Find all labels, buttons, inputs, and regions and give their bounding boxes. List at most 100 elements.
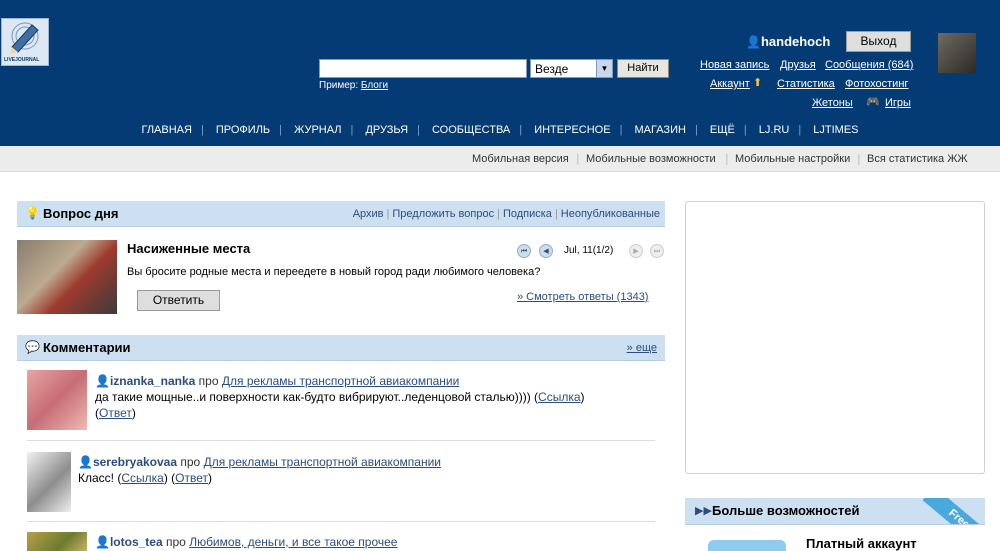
qotd-subscribe-link[interactable]: Подписка xyxy=(503,208,552,220)
stats-link[interactable]: Статистика xyxy=(777,78,835,90)
comment-body: да такие мощные..и поверхности как-будто… xyxy=(95,390,585,404)
next-question-icon: ▶ xyxy=(629,244,643,258)
pencil-icon xyxy=(10,22,39,54)
nav-interesting[interactable]: ИНТЕРЕСНОЕ xyxy=(534,124,610,136)
comment-post-link[interactable]: Для рекламы транспортной авиакомпании xyxy=(222,374,459,388)
first-question-icon[interactable]: ⏮ xyxy=(517,244,531,258)
comment-body: Класс! (Ссылка) (Ответ) xyxy=(78,471,212,485)
nav-home[interactable]: ГЛАВНАЯ xyxy=(141,124,191,136)
comment-thumbnail[interactable] xyxy=(27,532,87,551)
nav-ljru[interactable]: LJ.RU xyxy=(759,124,790,136)
more-features-title: Больше возможностей xyxy=(712,503,860,518)
comment-reply-link[interactable]: Ответ xyxy=(175,471,208,485)
comment-author[interactable]: serebryakovaa xyxy=(93,455,177,469)
comment-thumbnail[interactable] xyxy=(27,452,71,512)
nav-friends[interactable]: ДРУЗЬЯ xyxy=(365,124,408,136)
main-navigation: ГЛАВНАЯ | ПРОФИЛЬ | ЖУРНАЛ | ДРУЗЬЯ | СООБЩЕ… xyxy=(141,124,859,136)
user-icon: 👤 xyxy=(95,535,110,549)
nav-communities[interactable]: СООБЩЕСТВА xyxy=(432,124,510,136)
qotd-unpublished-link[interactable]: Неопубликованные xyxy=(561,208,660,220)
comment-post-link[interactable]: Любимов, деньги, и все такое прочее xyxy=(189,535,397,549)
comment-about: про xyxy=(180,455,201,469)
comment-author[interactable]: lotos_tea xyxy=(110,535,163,549)
answer-button[interactable]: Ответить xyxy=(137,290,220,311)
comment-link[interactable]: Ссылка xyxy=(538,390,580,404)
ad-placeholder xyxy=(685,201,985,474)
comment-divider xyxy=(27,440,655,441)
nav-more[interactable]: ЕЩЁ xyxy=(710,124,735,136)
account-upgrade-icon: ⬆ xyxy=(753,77,763,89)
nav-shop[interactable]: МАГАЗИН xyxy=(635,124,686,136)
comment-paren: ) xyxy=(580,390,585,404)
comment-divider xyxy=(27,521,655,522)
comment-reply-row: (Ответ) xyxy=(95,406,136,420)
comment-bubble-icon: 💬 xyxy=(25,340,40,354)
comment-paren: ) ( xyxy=(163,471,176,485)
new-post-link[interactable]: Новая запись xyxy=(700,59,769,71)
nav-profile[interactable]: ПРОФИЛЬ xyxy=(216,124,270,136)
qotd-archive-link[interactable]: Архив xyxy=(353,208,384,220)
comment-author[interactable]: iznanka_nanka xyxy=(110,374,195,388)
lj-stats-link[interactable]: Вся статистика ЖЖ xyxy=(867,153,968,165)
search-example-label: Пример: xyxy=(319,80,359,91)
prev-question-icon[interactable]: ◀ xyxy=(539,244,553,258)
view-answers-link[interactable]: » Смотреть ответы (1343) xyxy=(517,291,648,303)
search-scope-value: Везде xyxy=(535,62,569,76)
nav-journal[interactable]: ЖУРНАЛ xyxy=(294,124,341,136)
more-features-header: ▶▶ Больше возможностей Free xyxy=(685,498,985,525)
logout-button[interactable]: Выход xyxy=(846,31,911,52)
messages-link[interactable]: Сообщения (684) xyxy=(825,59,913,71)
question-date: Jul, 11(1/2) xyxy=(564,245,614,256)
qotd-links: Архив | Предложить вопрос | Подписка | Неопубл… xyxy=(352,208,660,220)
comment-post-link[interactable]: Для рекламы транспортной авиакомпании xyxy=(204,455,441,469)
qotd-header: 💡 Вопрос дня Архив | Предложить вопрос | Под… xyxy=(17,201,665,227)
gamepad-icon: 🎮 xyxy=(866,96,880,108)
mobile-subbar: Мобильная версия | Мобильные возможности… xyxy=(0,146,1000,172)
nav-ljtimes[interactable]: LJTIMES xyxy=(813,124,858,136)
mobile-features-link[interactable]: Мобильные возможности xyxy=(586,153,716,165)
user-icon: 👤 xyxy=(78,455,93,469)
search-button[interactable]: Найти xyxy=(617,59,669,78)
comment-text: Класс! ( xyxy=(78,471,122,485)
qotd-title: Вопрос дня xyxy=(43,206,119,221)
comment-about: про xyxy=(165,535,186,549)
search-scope-select[interactable]: Везде ▼ xyxy=(530,59,613,78)
user-avatar[interactable] xyxy=(938,33,976,73)
paid-account-title[interactable]: Платный аккаунт xyxy=(806,536,917,551)
logo-label: LIVEJOURNAL xyxy=(4,57,40,63)
search-example: Пример: Блоги xyxy=(319,80,388,91)
friends-link[interactable]: Друзья xyxy=(780,59,816,71)
tokens-link[interactable]: Жетоны xyxy=(812,97,853,109)
username[interactable]: handehoch xyxy=(761,34,830,49)
comment-reply-link[interactable]: Ответ xyxy=(99,406,132,420)
question-title: Насиженные места xyxy=(127,241,251,256)
lightbulb-icon: 💡 xyxy=(25,206,40,220)
user-icon: 👤 xyxy=(746,35,761,49)
comments-header: 💬 Комментарии » еще xyxy=(17,335,665,361)
last-question-icon: ⏭ xyxy=(650,244,664,258)
search-input[interactable] xyxy=(319,59,527,78)
comment-link[interactable]: Ссылка xyxy=(121,471,163,485)
games-link[interactable]: Игры xyxy=(885,97,911,109)
paid-account-image xyxy=(708,540,786,551)
photohosting-link[interactable]: Фотохостинг xyxy=(845,78,908,90)
comment-header: 👤iznanka_nanka про Для рекламы транспорт… xyxy=(95,374,459,388)
comment-header: 👤serebryakovaa про Для рекламы транспорт… xyxy=(78,455,441,469)
current-user[interactable]: 👤handehoch xyxy=(746,34,830,49)
account-link[interactable]: Аккаунт xyxy=(710,78,750,90)
qotd-image xyxy=(17,240,117,314)
livejournal-logo[interactable]: LIVEJOURNAL xyxy=(1,18,49,66)
user-icon: 👤 xyxy=(95,374,110,388)
site-header: LIVEJOURNAL Везде ▼ Найти Пример: Блоги … xyxy=(0,0,1000,146)
mobile-version-link[interactable]: Мобильная версия xyxy=(472,153,569,165)
comments-title: Комментарии xyxy=(43,340,131,355)
mobile-settings-link[interactable]: Мобильные настройки xyxy=(735,153,850,165)
search-example-link[interactable]: Блоги xyxy=(361,80,388,91)
comment-thumbnail[interactable] xyxy=(27,370,87,430)
qotd-suggest-link[interactable]: Предложить вопрос xyxy=(392,208,494,220)
comments-more-link[interactable]: » еще xyxy=(627,342,657,354)
comment-paren: ) xyxy=(208,471,212,485)
double-arrow-icon: ▶▶ xyxy=(695,504,712,517)
chevron-down-icon[interactable]: ▼ xyxy=(596,60,612,77)
free-badge: Free xyxy=(922,498,985,524)
